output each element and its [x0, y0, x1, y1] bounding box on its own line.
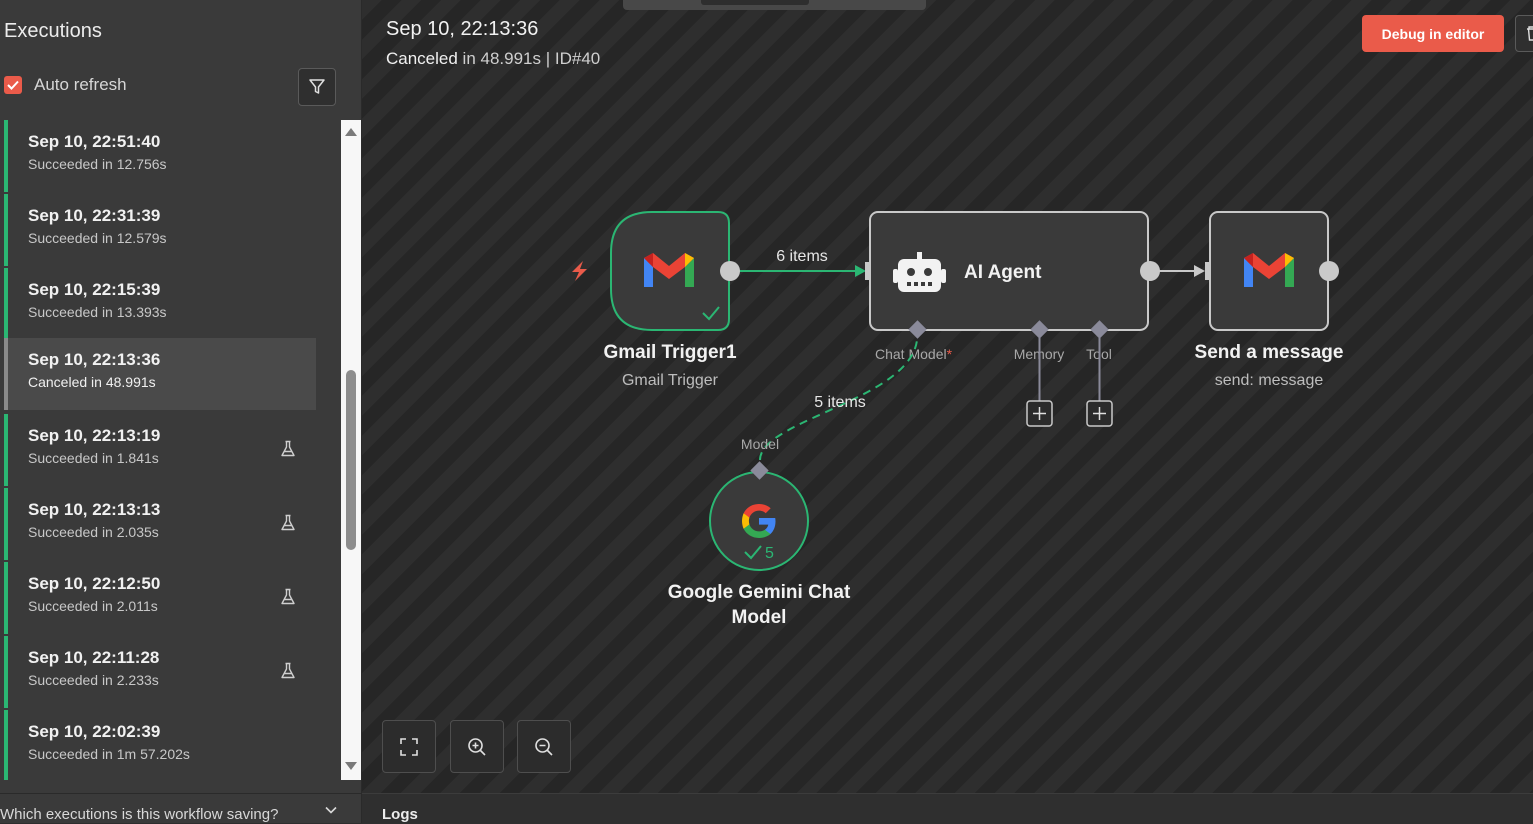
node-title: AI Agent — [964, 262, 1042, 283]
node-title: Send a message — [1195, 342, 1344, 363]
workflow-graph: 6 items Gmail Trigger1 Gmail Trigger AI … — [572, 211, 1344, 628]
chat-model-port-label: Chat Model* — [875, 346, 953, 362]
chevron-down-icon — [325, 806, 337, 814]
connection-items-label: 5 items — [814, 394, 866, 411]
node-subtitle: send: message — [1215, 372, 1324, 389]
trigger-bolt-icon — [572, 261, 587, 281]
saving-settings-toggle[interactable]: Which executions is this workflow saving… — [0, 793, 361, 824]
node-ai-agent[interactable]: AI Agent — [869, 211, 1160, 339]
zoom-out-icon — [535, 737, 553, 756]
node-title-line1: Google Gemini Chat — [668, 582, 851, 603]
fit-view-icon — [400, 737, 418, 756]
logs-label: Logs — [382, 806, 418, 823]
node-title: Gmail Trigger1 — [603, 342, 736, 363]
node-send-message[interactable] — [1209, 211, 1339, 331]
node-title-line2: Model — [732, 607, 787, 628]
saving-question-text: Which executions is this workflow saving… — [0, 806, 279, 823]
zoom-out-button[interactable] — [517, 720, 571, 773]
model-port-label: Model — [741, 436, 779, 452]
add-memory-button[interactable] — [1026, 400, 1053, 427]
zoom-in-icon — [468, 737, 486, 756]
connection-items-label: 6 items — [776, 248, 828, 265]
logs-panel-header[interactable]: Logs — [362, 793, 1533, 824]
node-google-gemini[interactable]: 5 — [709, 461, 809, 571]
add-tool-button[interactable] — [1086, 400, 1113, 427]
run-count-badge: 5 — [765, 545, 774, 562]
fit-view-button[interactable] — [382, 720, 436, 773]
output-port[interactable] — [1140, 261, 1160, 281]
node-subtitle: Gmail Trigger — [622, 372, 719, 389]
output-port[interactable] — [1319, 261, 1339, 281]
node-gmail-trigger[interactable] — [610, 211, 740, 331]
zoom-in-button[interactable] — [450, 720, 504, 773]
output-port[interactable] — [720, 261, 740, 281]
